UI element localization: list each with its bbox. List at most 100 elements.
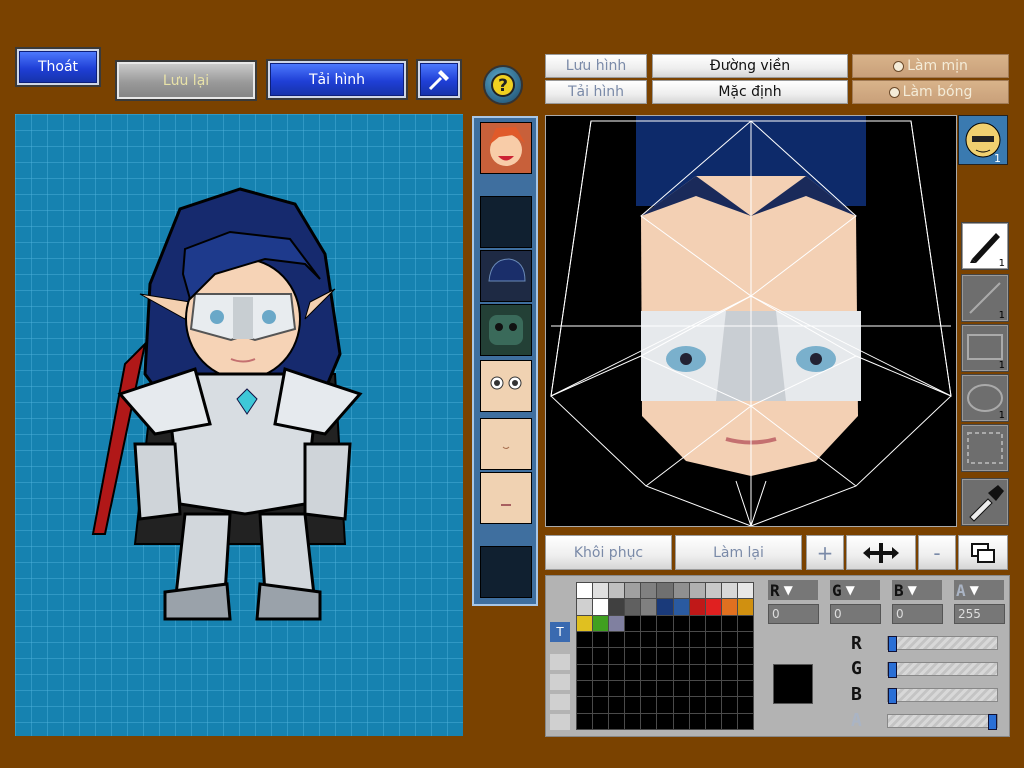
palette-swatch[interactable] — [640, 647, 658, 665]
alpha-slider-thumb[interactable] — [988, 714, 997, 730]
alpha-channel-header[interactable]: A ▼ — [954, 580, 1004, 600]
save-button[interactable]: Lưu lại — [115, 60, 257, 101]
green-channel-header[interactable]: G ▼ — [830, 580, 880, 600]
palette-swatch[interactable] — [672, 581, 690, 600]
red-value-input[interactable]: 0 — [768, 604, 819, 624]
red-channel-header[interactable]: R ▼ — [768, 580, 818, 600]
palette-swatch[interactable] — [672, 598, 690, 616]
red-slider-thumb[interactable] — [888, 636, 897, 652]
palette-swatch[interactable] — [592, 598, 610, 616]
palette-swatch[interactable] — [624, 663, 642, 682]
layers-button[interactable] — [958, 535, 1008, 570]
palette-swatch[interactable] — [688, 647, 706, 665]
palette-swatch[interactable] — [608, 598, 626, 616]
palette-swatch[interactable] — [704, 647, 722, 665]
palette-swatch[interactable] — [624, 696, 642, 714]
zoom-in-button[interactable]: + — [806, 535, 844, 570]
palette-swatch[interactable] — [575, 598, 594, 616]
palette-swatch[interactable] — [688, 696, 706, 714]
part-slot-face-expression[interactable] — [480, 122, 532, 174]
palette-swatch[interactable] — [575, 696, 594, 714]
palette-swatch[interactable] — [575, 663, 594, 682]
part-slot-mask[interactable] — [480, 304, 532, 356]
green-slider-thumb[interactable] — [888, 662, 897, 678]
palette-swatch[interactable] — [575, 647, 594, 665]
part-slot-nose[interactable] — [480, 418, 532, 470]
palette-swatch[interactable] — [624, 581, 642, 600]
palette-swatch[interactable] — [575, 614, 594, 633]
palette-swatch[interactable] — [624, 647, 642, 665]
palette-swatch[interactable] — [736, 696, 754, 714]
palette-swatch[interactable] — [640, 581, 658, 600]
rect-tool[interactable]: 1 — [961, 324, 1009, 372]
palette-swatch[interactable] — [592, 663, 610, 682]
blue-value-input[interactable]: 0 — [892, 604, 943, 624]
palette-swatch[interactable] — [736, 712, 754, 731]
palette-swatch[interactable] — [720, 647, 738, 665]
face-preview-thumbnail[interactable]: 1 — [958, 115, 1008, 165]
palette-swatch[interactable] — [592, 712, 610, 731]
palette-swatch[interactable] — [672, 679, 690, 698]
palette-swatch[interactable] — [720, 679, 738, 698]
palette-swatch[interactable] — [608, 696, 626, 714]
save-image-button[interactable]: Lưu hình — [545, 54, 647, 78]
palette-swatch[interactable] — [672, 712, 690, 731]
blue-slider-thumb[interactable] — [888, 688, 897, 704]
part-slot-empty-1[interactable] — [480, 196, 532, 248]
palette-swatch[interactable] — [624, 598, 642, 616]
smooth-option[interactable]: Làm mịn — [852, 54, 1009, 78]
palette-swatch[interactable] — [608, 663, 626, 682]
character-preview[interactable] — [15, 114, 463, 736]
palette-tab[interactable]: T — [550, 622, 570, 642]
palette-swatch[interactable] — [736, 581, 754, 600]
palette-swatch[interactable] — [656, 647, 674, 665]
palette-swatch[interactable] — [704, 712, 722, 731]
blue-slider[interactable] — [887, 688, 998, 704]
palette-swatch[interactable] — [640, 663, 658, 682]
palette-swatch[interactable] — [624, 679, 642, 698]
restore-button[interactable]: Khôi phục — [545, 535, 672, 570]
alpha-slider[interactable] — [887, 714, 998, 730]
texture-canvas[interactable] — [545, 115, 957, 528]
palette-swatch[interactable] — [704, 614, 722, 633]
palette-swatch[interactable] — [704, 598, 722, 616]
select-tool[interactable] — [961, 424, 1009, 472]
exit-button[interactable]: Thoát — [15, 47, 101, 87]
palette-swatch[interactable] — [575, 712, 594, 731]
line-tool[interactable]: 1 — [961, 274, 1009, 322]
palette-swatch[interactable] — [608, 712, 626, 731]
palette-swatch[interactable] — [688, 679, 706, 698]
palette-swatch[interactable] — [592, 630, 610, 649]
load-image-editor-button[interactable]: Tải hình — [545, 80, 647, 104]
palette-swatch[interactable] — [640, 712, 658, 731]
palette-swatch[interactable] — [720, 598, 738, 616]
hammer-button[interactable] — [416, 59, 462, 100]
green-slider[interactable] — [887, 662, 998, 678]
palette-swatch[interactable] — [736, 679, 754, 698]
palette-swatch[interactable] — [704, 696, 722, 714]
palette-swatch[interactable] — [592, 647, 610, 665]
palette-swatch[interactable] — [608, 614, 626, 633]
palette-swatch[interactable] — [624, 712, 642, 731]
palette-swatch[interactable] — [736, 663, 754, 682]
palette-swatch[interactable] — [640, 630, 658, 649]
part-slot-mouth[interactable] — [480, 472, 532, 524]
part-slot-eyes[interactable] — [480, 360, 532, 412]
palette-swatch[interactable] — [608, 630, 626, 649]
palette-swatch[interactable] — [704, 581, 722, 600]
palette-swatch[interactable] — [672, 696, 690, 714]
palette-tab-3[interactable] — [550, 674, 570, 690]
palette-swatch[interactable] — [592, 581, 610, 600]
palette-swatch[interactable] — [688, 614, 706, 633]
palette-swatch[interactable] — [736, 598, 754, 616]
palette-swatch[interactable] — [575, 679, 594, 698]
part-slot-helmet[interactable] — [480, 250, 532, 302]
palette-swatch[interactable] — [608, 679, 626, 698]
palette-swatch[interactable] — [704, 630, 722, 649]
palette-swatch[interactable] — [656, 581, 674, 600]
help-button[interactable]: ? — [483, 65, 523, 105]
zoom-out-button[interactable]: - — [918, 535, 956, 570]
palette-swatch[interactable] — [688, 712, 706, 731]
palette-swatch[interactable] — [575, 630, 594, 649]
palette-swatch[interactable] — [720, 581, 738, 600]
